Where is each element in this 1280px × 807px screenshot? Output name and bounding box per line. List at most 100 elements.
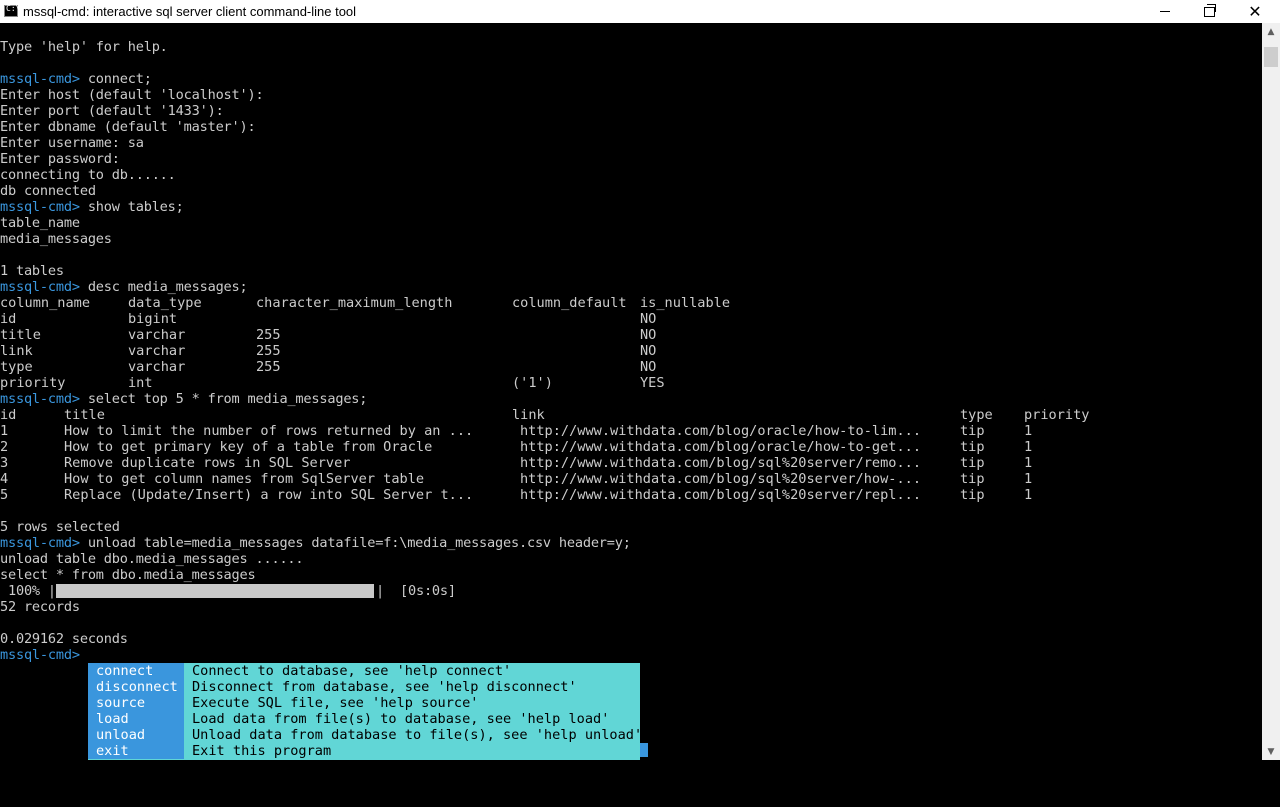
table-row: 2 How to get primary key of a table from… bbox=[0, 439, 1262, 455]
column-header: type bbox=[960, 407, 993, 423]
table-cell: 255 bbox=[256, 359, 281, 375]
title-bar[interactable]: C:\ mssql-cmd: interactive sql server cl… bbox=[0, 0, 1280, 23]
output-line: Enter password: bbox=[0, 151, 120, 167]
column-header: column_name bbox=[0, 295, 91, 311]
output-line: Enter host (default 'localhost'): bbox=[0, 87, 264, 103]
column-header: is_nullable bbox=[640, 295, 731, 311]
table-cell: NO bbox=[640, 311, 657, 327]
progress-bar bbox=[56, 584, 374, 598]
completion-description: Unload data from database to file(s), se… bbox=[192, 727, 643, 743]
table-header-row: column_name data_type character_maximum_… bbox=[0, 295, 1262, 311]
prompt: mssql-cmd> bbox=[0, 535, 80, 551]
completion-description: Connect to database, see 'help connect' bbox=[192, 663, 512, 679]
table-cell: How to limit the number of rows returned… bbox=[64, 423, 474, 439]
command-text: show tables; bbox=[79, 199, 184, 215]
table-cell: 1 bbox=[1024, 455, 1033, 471]
output-line: db connected bbox=[0, 183, 96, 199]
completion-item-exit[interactable]: exit Exit this program bbox=[88, 743, 640, 759]
table-cell: ('1') bbox=[512, 375, 553, 391]
completion-item-unload[interactable]: unload Unload data from database to file… bbox=[88, 727, 643, 743]
table-cell: http://www.withdata.com/blog/sql%20serve… bbox=[520, 471, 922, 487]
column-header: title bbox=[64, 407, 105, 423]
help-line: Type 'help' for help. bbox=[0, 39, 168, 55]
command-line: mssql-cmd> unload table=media_messages d… bbox=[0, 535, 631, 551]
table-cell: 4 bbox=[0, 471, 9, 487]
table-cell: tip bbox=[960, 487, 985, 503]
table-cell: int bbox=[128, 375, 153, 391]
command-text: unload table=media_messages datafile=f:\… bbox=[79, 535, 631, 551]
progress-time: [0s:0s] bbox=[400, 583, 456, 599]
table-cell: 3 bbox=[0, 455, 9, 471]
completion-scrollbar[interactable] bbox=[640, 743, 648, 757]
output-line: 1 tables bbox=[0, 263, 64, 279]
table-row: id bigint NO bbox=[0, 311, 1262, 327]
maximize-button[interactable] bbox=[1186, 0, 1232, 23]
scroll-thumb[interactable] bbox=[1264, 47, 1278, 67]
completion-description: Load data from file(s) to database, see … bbox=[192, 711, 610, 727]
table-cell: tip bbox=[960, 423, 985, 439]
completion-item-source[interactable]: source Execute SQL file, see 'help sourc… bbox=[88, 695, 640, 711]
active-prompt-line[interactable]: mssql-cmd> bbox=[0, 647, 80, 663]
completion-command: unload bbox=[88, 727, 184, 743]
column-header: id bbox=[0, 407, 17, 423]
table-row: 4 How to get column names from SqlServer… bbox=[0, 471, 1262, 487]
table-cell: 255 bbox=[256, 327, 281, 343]
table-cell: tip bbox=[960, 471, 985, 487]
table-row: priority int ('1') YES bbox=[0, 375, 1262, 391]
table-cell: type bbox=[0, 359, 33, 375]
output-line: Enter port (default '1433'): bbox=[0, 103, 224, 119]
completion-popup: connect Connect to database, see 'help c… bbox=[88, 663, 643, 760]
table-cell: http://www.withdata.com/blog/oracle/how-… bbox=[520, 423, 922, 439]
completion-item-connect[interactable]: connect Connect to database, see 'help c… bbox=[88, 663, 640, 679]
table-cell: http://www.withdata.com/blog/sql%20serve… bbox=[520, 455, 922, 471]
table-cell: priority bbox=[0, 375, 66, 391]
completion-item-load[interactable]: load Load data from file(s) to database,… bbox=[88, 711, 640, 727]
command-text: select top 5 * from media_messages; bbox=[79, 391, 368, 407]
prompt: mssql-cmd> bbox=[0, 279, 80, 295]
completion-description: Disconnect from database, see 'help disc… bbox=[192, 679, 577, 695]
window-title: mssql-cmd: interactive sql server client… bbox=[23, 4, 357, 19]
table-cell: varchar bbox=[128, 327, 186, 343]
table-cell: Replace (Update/Insert) a row into SQL S… bbox=[64, 487, 474, 503]
scroll-down-icon[interactable]: ▼ bbox=[1262, 743, 1280, 760]
output-line: connecting to db...... bbox=[0, 167, 176, 183]
scroll-up-icon[interactable]: ▲ bbox=[1262, 23, 1280, 40]
close-icon: ✕ bbox=[1248, 1, 1262, 21]
command-line: mssql-cmd> connect; bbox=[0, 71, 152, 87]
command-line: mssql-cmd> desc media_messages; bbox=[0, 279, 248, 295]
command-text: desc media_messages; bbox=[79, 279, 248, 295]
completion-item-disconnect[interactable]: disconnect Disconnect from database, see… bbox=[88, 679, 640, 695]
table-cell: 1 bbox=[1024, 471, 1033, 487]
table-cell: bigint bbox=[128, 311, 178, 327]
prompt: mssql-cmd> bbox=[0, 391, 80, 407]
prompt: mssql-cmd> bbox=[0, 199, 80, 215]
table-row: 1 How to limit the number of rows return… bbox=[0, 423, 1262, 439]
completion-description: Execute SQL file, see 'help source' bbox=[192, 695, 479, 711]
table-cell: 1 bbox=[0, 423, 9, 439]
table-cell: 1 bbox=[1024, 423, 1033, 439]
console-icon[interactable]: C:\ bbox=[4, 4, 20, 17]
vertical-scrollbar[interactable]: ▲ ▼ bbox=[1262, 23, 1280, 760]
completion-command: source bbox=[88, 695, 184, 711]
minimize-icon bbox=[1160, 11, 1170, 12]
terminal-output[interactable]: Type 'help' for help. mssql-cmd> connect… bbox=[0, 23, 1262, 760]
column-header: priority bbox=[1024, 407, 1090, 423]
minimize-button[interactable] bbox=[1142, 0, 1188, 23]
close-button[interactable]: ✕ bbox=[1232, 0, 1278, 23]
table-cell: tip bbox=[960, 439, 985, 455]
table-row: 5 Replace (Update/Insert) a row into SQL… bbox=[0, 487, 1262, 503]
table-cell: NO bbox=[640, 343, 657, 359]
command-line: mssql-cmd> show tables; bbox=[0, 199, 184, 215]
output-line: 0.029162 seconds bbox=[0, 631, 128, 647]
table-cell: 5 bbox=[0, 487, 9, 503]
column-header: data_type bbox=[128, 295, 202, 311]
prompt: mssql-cmd> bbox=[0, 71, 80, 87]
table-row: 3 Remove duplicate rows in SQL Server ht… bbox=[0, 455, 1262, 471]
table-cell: varchar bbox=[128, 343, 186, 359]
table-cell: http://www.withdata.com/blog/oracle/how-… bbox=[520, 439, 922, 455]
table-cell: tip bbox=[960, 455, 985, 471]
table-cell: http://www.withdata.com/blog/sql%20serve… bbox=[520, 487, 922, 503]
command-line: mssql-cmd> select top 5 * from media_mes… bbox=[0, 391, 367, 407]
completion-command: connect bbox=[88, 663, 184, 679]
completion-command: exit bbox=[88, 743, 184, 759]
